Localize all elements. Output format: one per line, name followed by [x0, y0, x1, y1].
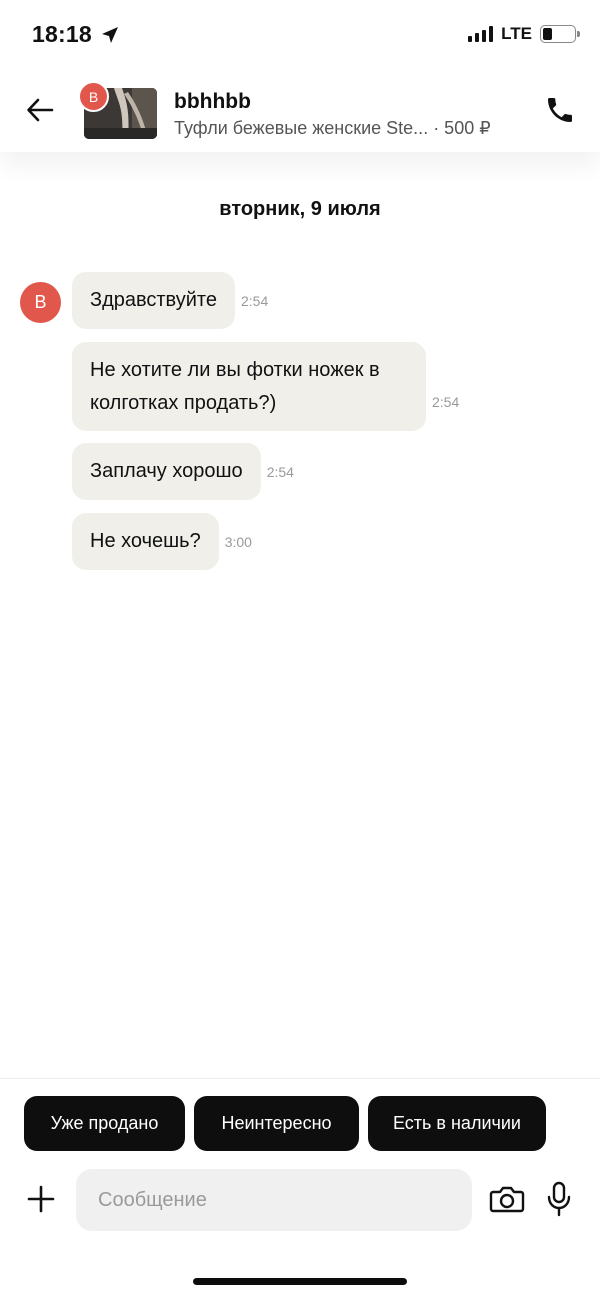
camera-icon [489, 1186, 525, 1213]
message-text: Не хочешь? [90, 530, 201, 552]
message-time: 2:54 [432, 393, 460, 410]
status-time-group: 18:18 [32, 21, 120, 48]
message-row: Не хотите ли вы фотки ножек в колготках … [72, 342, 459, 431]
message-bubble[interactable]: Заплачу хорошо [72, 443, 261, 500]
quick-replies: Уже продано Неинтересно Есть в наличии [24, 1096, 546, 1151]
message-bubble[interactable]: Здравствуйте [72, 272, 235, 329]
message-bubble[interactable]: Не хотите ли вы фотки ножек в колготках … [72, 342, 426, 431]
message-text: Здравствуйте [90, 289, 217, 311]
arrow-left-icon [27, 98, 54, 122]
location-arrow-icon [101, 26, 118, 43]
home-indicator[interactable] [193, 1278, 407, 1285]
date-separator: вторник, 9 июля [219, 198, 381, 220]
signal-icon [468, 26, 494, 42]
composer-divider [0, 1078, 600, 1079]
status-indicators: LTE [468, 24, 580, 44]
sender-avatar[interactable]: B [20, 282, 61, 323]
call-button[interactable] [542, 92, 578, 128]
microphone-button[interactable] [540, 1178, 578, 1220]
message-time: 2:54 [240, 292, 269, 309]
listing-title[interactable]: Туфли бежевые женские Ste... · 500 ₽ [174, 118, 491, 139]
quick-reply-in-stock[interactable]: Есть в наличии [368, 1096, 546, 1151]
seller-avatar: B [78, 81, 109, 112]
status-time: 18:18 [32, 21, 92, 47]
battery-icon [540, 25, 580, 43]
message-input[interactable] [76, 1169, 472, 1231]
seller-name[interactable]: bbhhbb [174, 90, 251, 114]
message-row: Не хочешь? 3:00 [72, 513, 252, 570]
message-time: 3:00 [224, 533, 252, 550]
attach-button[interactable] [22, 1180, 60, 1218]
phone-icon [548, 98, 572, 122]
plus-icon [27, 1185, 55, 1213]
status-bar: 18:18 LTE [0, 0, 600, 70]
quick-reply-sold[interactable]: Уже продано [24, 1096, 185, 1151]
message-bubble[interactable]: Не хочешь? [72, 513, 219, 570]
chat-header: B bbhhbb Туфли бежевые женские Ste... · … [0, 70, 600, 152]
message-row: Здравствуйте 2:54 [72, 272, 268, 329]
message-time: 2:54 [266, 463, 294, 480]
message-row: Заплачу хорошо 2:54 [72, 443, 294, 500]
network-type: LTE [501, 24, 532, 43]
quick-reply-not-interested[interactable]: Неинтересно [194, 1096, 359, 1151]
camera-button[interactable] [488, 1180, 526, 1218]
microphone-icon [547, 1181, 571, 1217]
message-text: Не хотите ли вы фотки ножек в колготках … [90, 358, 380, 414]
message-text: Заплачу хорошо [90, 460, 243, 482]
back-button[interactable] [22, 92, 58, 128]
